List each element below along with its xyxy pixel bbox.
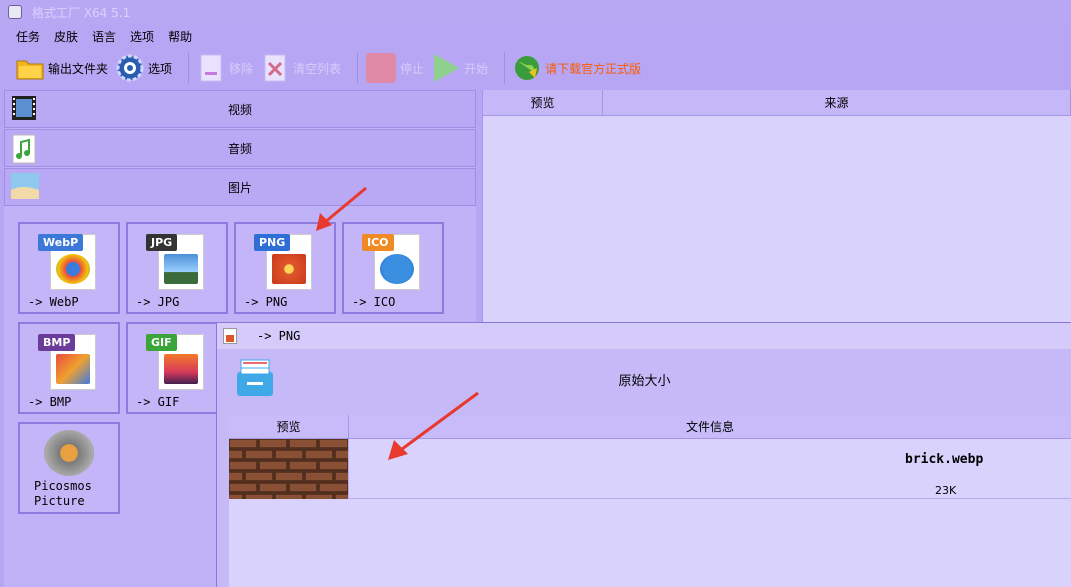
format-badge: ICO [362, 234, 394, 251]
format-label: -> WebP [28, 295, 79, 309]
file-table: 预览 文件信息 brick.webp 23K [214, 415, 1071, 587]
app-icon [8, 5, 22, 19]
format-label: -> JPG [136, 295, 180, 309]
title-bar: 格式工厂 X64 5.1 [0, 0, 1071, 24]
png-file-icon [223, 328, 237, 344]
toolbar-separator [357, 52, 359, 84]
menu-skin[interactable]: 皮肤 [54, 28, 78, 45]
format-badge: PNG [254, 234, 291, 251]
format-tile[interactable]: Picosmos Picture [18, 422, 120, 514]
convert-dialog: -> PNG 原始大小 预览 文件信息 brick.webp 23K [214, 322, 1071, 587]
category-audio[interactable]: 音频 [4, 129, 476, 167]
start-button[interactable]: 开始 [432, 51, 488, 85]
column-preview[interactable]: 预览 [229, 415, 349, 438]
gear-icon [116, 54, 144, 82]
clear-list-icon [261, 54, 289, 82]
format-tile[interactable]: JPG -> JPG [126, 222, 228, 314]
format-label: -> BMP [28, 395, 72, 409]
format-label: -> ICO [352, 295, 396, 309]
brick-thumbnail [214, 438, 364, 504]
file-table-header: 预览 文件信息 [229, 415, 1071, 439]
download-official-link[interactable]: 请下载官方正式版 [513, 51, 641, 85]
image-icon [11, 173, 39, 201]
format-tile[interactable]: ICO -> ICO [342, 222, 444, 314]
menu-bar: 任务 皮肤 语言 选项 帮助 [0, 26, 206, 46]
source-list-header: 预览 来源 [483, 90, 1071, 116]
sunset-icon [164, 354, 198, 384]
format-badge: BMP [38, 334, 76, 351]
play-icon [432, 54, 460, 82]
column-source[interactable]: 来源 [603, 90, 1071, 115]
column-preview[interactable]: 预览 [483, 90, 603, 115]
flower-icon [272, 254, 306, 284]
format-tile[interactable]: GIF -> GIF [126, 322, 228, 414]
toolbar-separator [504, 52, 506, 84]
options-button[interactable]: 选项 [116, 51, 172, 85]
column-file-info[interactable]: 文件信息 [349, 415, 1071, 438]
paint-icon [56, 354, 90, 384]
category-image[interactable]: 图片 [4, 168, 476, 206]
format-badge: GIF [146, 334, 177, 351]
output-folder-button[interactable]: 输出文件夹 [16, 51, 108, 85]
category-video[interactable]: 视频 [4, 90, 476, 128]
info-icon [380, 254, 414, 284]
dialog-title-bar: -> PNG [217, 323, 1071, 349]
format-tile[interactable]: BMP -> BMP [18, 322, 120, 414]
file-name: brick.webp [905, 452, 984, 467]
output-size-row[interactable]: 原始大小 [217, 350, 1071, 410]
menu-task[interactable]: 任务 [16, 28, 40, 45]
table-row[interactable]: brick.webp 23K [214, 438, 1071, 504]
format-badge: JPG [146, 234, 178, 251]
document-remove-icon [197, 54, 225, 82]
landscape-icon [164, 254, 198, 284]
clear-list-button[interactable]: 清空列表 [261, 51, 341, 85]
menu-language[interactable]: 语言 [92, 28, 116, 45]
format-label: -> PNG [244, 295, 288, 309]
format-label: -> GIF [136, 395, 180, 409]
video-icon [11, 95, 39, 123]
file-size: 23K [935, 484, 957, 497]
toolbar: 输出文件夹 选项 移除 清空列表 停止 开始 请下载官方正式版 [0, 48, 1071, 88]
stop-icon [366, 53, 397, 83]
remove-button[interactable]: 移除 [197, 51, 253, 85]
dialog-title: -> PNG [257, 329, 301, 343]
format-label: Picosmos Picture [34, 479, 92, 508]
window-title: 格式工厂 X64 5.1 [32, 5, 131, 20]
source-list[interactable]: 预览 来源 [482, 90, 1071, 324]
toolbar-separator [188, 52, 190, 84]
audio-icon [11, 134, 39, 164]
output-size-label: 原始大小 [618, 374, 671, 389]
menu-help[interactable]: 帮助 [168, 28, 192, 45]
format-tile[interactable]: WebP -> WebP [18, 222, 120, 314]
menu-options[interactable]: 选项 [130, 28, 154, 45]
format-badge: WebP [38, 234, 84, 251]
folder-icon [16, 54, 44, 82]
file-info-cell: brick.webp 23K [349, 439, 1071, 498]
picosmos-icon [44, 430, 94, 476]
stop-button[interactable]: 停止 [366, 51, 424, 85]
format-tile[interactable]: PNG -> PNG [234, 222, 336, 314]
chrome-icon [56, 254, 90, 284]
globe-icon [513, 54, 541, 82]
